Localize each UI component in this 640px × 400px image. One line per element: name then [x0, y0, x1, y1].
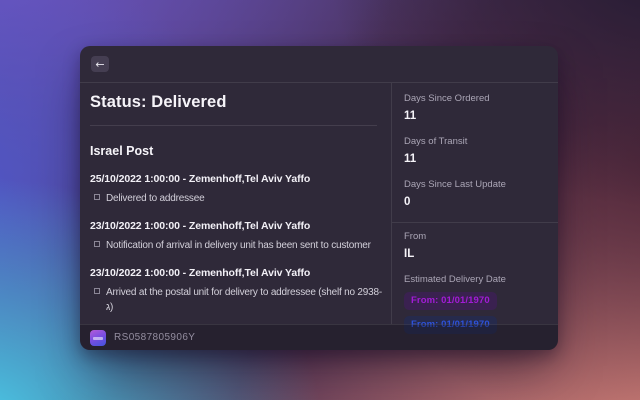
event-detail: Delivered to addressee: [90, 191, 385, 206]
tracking-window: ← Status: Delivered Israel Post 25/10/20…: [80, 46, 558, 350]
stat-label: Days of Transit: [404, 136, 546, 148]
event-detail-text: Notification of arrival in delivery unit…: [106, 238, 371, 253]
stat-value: 0: [404, 195, 546, 209]
stat-value: 11: [404, 152, 546, 166]
app-logo-icon: [90, 330, 106, 346]
window-body: Status: Delivered Israel Post 25/10/2022…: [80, 83, 558, 324]
tracking-number: RS0587805906Y: [114, 332, 195, 343]
title-divider: [90, 125, 377, 126]
stats-sidebar: Days Since Ordered 11 Days of Transit 11…: [392, 83, 558, 324]
event-detail-text: Delivered to addressee: [106, 191, 204, 206]
from-label: From: [404, 231, 546, 243]
from-value: IL: [404, 247, 546, 261]
square-bullet-icon: [94, 194, 100, 200]
timeline-event: 23/10/2022 1:00:00 - Zemenhoff,Tel Aviv …: [90, 266, 385, 315]
sidebar-divider: [392, 222, 558, 223]
window-header: ←: [80, 46, 558, 83]
timeline-scroll-area[interactable]: Status: Delivered Israel Post 25/10/2022…: [80, 83, 392, 324]
stat-value: 11: [404, 109, 546, 123]
tracking-footer-item[interactable]: RS0587805906Y: [80, 324, 558, 350]
stat-label: Days Since Last Update: [404, 179, 546, 191]
carrier-name: Israel Post: [90, 144, 385, 159]
event-detail-text: Arrived at the postal unit for delivery …: [106, 285, 385, 315]
square-bullet-icon: [94, 241, 100, 247]
stat-label: Days Since Ordered: [404, 93, 546, 105]
back-button[interactable]: ←: [91, 56, 109, 72]
event-detail: Arrived at the postal unit for delivery …: [90, 285, 385, 315]
page-title: Status: Delivered: [90, 92, 385, 112]
timeline-event: 25/10/2022 1:00:00 - Zemenhoff,Tel Aviv …: [90, 172, 385, 206]
event-date: 23/10/2022 1:00:00 - Zemenhoff,Tel Aviv …: [90, 266, 385, 280]
event-detail: Notification of arrival in delivery unit…: [90, 238, 385, 253]
estimated-date-badge-purple: From: 01/01/1970: [404, 292, 497, 310]
desktop-background: ← Status: Delivered Israel Post 25/10/20…: [0, 0, 640, 400]
square-bullet-icon: [94, 288, 100, 294]
back-arrow-icon: ←: [95, 58, 104, 71]
timeline-event: 23/10/2022 1:00:00 - Zemenhoff,Tel Aviv …: [90, 219, 385, 253]
event-date: 25/10/2022 1:00:00 - Zemenhoff,Tel Aviv …: [90, 172, 385, 186]
event-date: 23/10/2022 1:00:00 - Zemenhoff,Tel Aviv …: [90, 219, 385, 233]
eta-label: Estimated Delivery Date: [404, 274, 546, 286]
